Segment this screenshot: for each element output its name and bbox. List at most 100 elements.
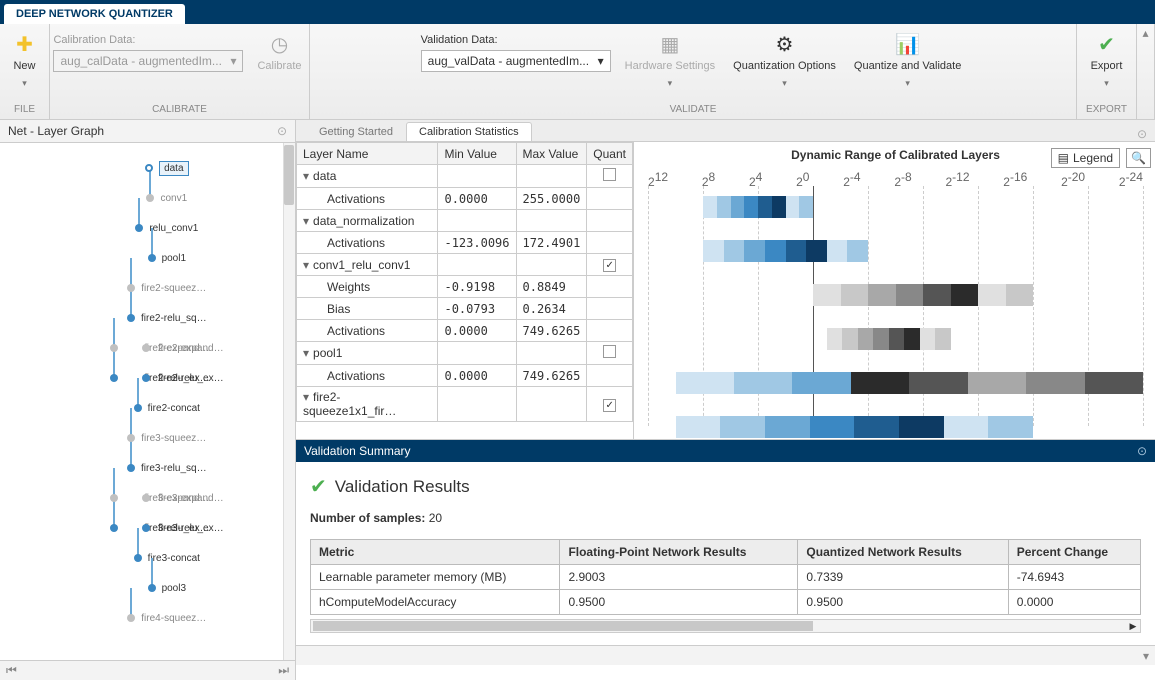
bar-segment	[772, 196, 786, 218]
bar-segment	[734, 372, 792, 394]
expand-icon[interactable]: ▾	[303, 214, 309, 228]
layer-node[interactable]: fire3-squeez…	[127, 423, 206, 453]
layer-node[interactable]: pool1	[148, 243, 186, 273]
col-quant-results: Quantized Network Results	[798, 540, 1008, 565]
table-row[interactable]: Activations0.0000749.6265	[297, 320, 633, 342]
cell-quant: 0.7339	[798, 565, 1008, 590]
expand-icon[interactable]: ▾	[303, 346, 309, 360]
col-min-value[interactable]: Min Value	[438, 143, 516, 165]
table-row: Learnable parameter memory (MB)2.90030.7…	[311, 565, 1141, 590]
node-dot	[127, 434, 135, 442]
scroll-thumb[interactable]	[313, 621, 813, 631]
node-dot	[142, 524, 150, 532]
chart-bar	[703, 240, 868, 262]
table-row[interactable]: Activations0.0000749.6265	[297, 365, 633, 387]
x-tick: 2-20	[1061, 170, 1085, 186]
graph-scrollbar[interactable]	[283, 143, 295, 660]
pane-menu-icon[interactable]: ⊙	[1137, 444, 1147, 458]
scroll-thumb[interactable]	[284, 145, 294, 205]
layer-node[interactable]: fire3-concat	[134, 543, 200, 573]
layer-node[interactable]: relu_conv1	[135, 213, 198, 243]
chevron-down-icon	[22, 75, 27, 89]
table-row[interactable]: ▾data_normalization	[297, 210, 633, 232]
node-dot	[146, 194, 154, 202]
cell-min: 0.0000	[438, 188, 516, 210]
tab-calibration-statistics[interactable]: Calibration Statistics	[406, 122, 532, 141]
layer-node[interactable]: fire2-concat	[134, 393, 200, 423]
nav-last-icon[interactable]: ⏭	[278, 663, 289, 678]
quantize-checkbox[interactable]	[603, 168, 616, 181]
col-max-value[interactable]: Max Value	[516, 143, 587, 165]
layer-node[interactable]: fire3-relu_sq…	[127, 453, 207, 483]
cell-max: 749.6265	[516, 320, 587, 342]
x-tick: 2-24	[1119, 170, 1143, 186]
table-row[interactable]: ▾conv1_relu_conv1	[297, 254, 633, 276]
pane-collapse-icon[interactable]: ▾	[1143, 649, 1149, 663]
col-quant[interactable]: Quant	[587, 143, 633, 165]
quantization-options-button[interactable]: ⚙ Quantization Options	[729, 28, 840, 91]
quantize-checkbox[interactable]	[603, 345, 616, 358]
bar-segment	[676, 372, 734, 394]
layer-node[interactable]: fire3-expand…fire3-expand…	[110, 483, 224, 513]
quantize-checkbox[interactable]	[603, 399, 616, 412]
layer-node[interactable]: fire3-relu_ex…fire3-relu_ex…	[110, 513, 224, 543]
bar-segment	[806, 240, 827, 262]
layer-node[interactable]: fire4-squeez…	[127, 603, 206, 633]
bar-segment	[724, 240, 745, 262]
node-label: relu_conv1	[149, 223, 198, 234]
tab-getting-started[interactable]: Getting Started	[306, 122, 406, 141]
quantize-checkbox[interactable]	[603, 259, 616, 272]
table-row[interactable]: ▾fire2-squeeze1x1_fir…	[297, 387, 633, 422]
cell-max: 172.4901	[516, 232, 587, 254]
node-dot	[110, 524, 118, 532]
calibration-data-dropdown[interactable]: aug_calData - augmentedIm...▾	[53, 50, 243, 72]
hardware-settings-button[interactable]: ▦ Hardware Settings	[621, 28, 720, 91]
bar-segment	[799, 196, 813, 218]
legend-button[interactable]: ▤ Legend	[1051, 148, 1120, 168]
layer-node[interactable]: fire2-squeez…	[127, 273, 206, 303]
table-row[interactable]: Bias-0.07930.2634	[297, 298, 633, 320]
node-dot	[142, 494, 150, 502]
bar-segment	[968, 372, 1026, 394]
bar-segment	[810, 416, 855, 438]
tab-menu-icon[interactable]: ⊙	[1137, 127, 1147, 141]
layer-node[interactable]: pool3	[148, 573, 186, 603]
expand-icon[interactable]: ▾	[303, 258, 309, 272]
table-row[interactable]: Weights-0.91980.8849	[297, 276, 633, 298]
table-row[interactable]: ▾data	[297, 165, 633, 188]
table-scrollbar[interactable]: ◀ ▶	[310, 619, 1141, 633]
nav-first-icon[interactable]: ⏮	[6, 663, 17, 678]
pane-menu-icon[interactable]: ⊙	[277, 124, 287, 138]
layer-node[interactable]: data	[145, 153, 188, 183]
legend-icon: ▤	[1058, 151, 1069, 165]
col-layer-name[interactable]: Layer Name	[297, 143, 438, 165]
node-dot	[134, 554, 142, 562]
validation-data-dropdown[interactable]: aug_valData - augmentedIm...▾	[421, 50, 611, 72]
legend-label: Legend	[1073, 151, 1113, 165]
expand-icon[interactable]: ▾	[303, 390, 309, 404]
calibrate-button[interactable]: ◷ Calibrate	[253, 28, 305, 75]
layer-node[interactable]: fire2-relu_sq…	[127, 303, 207, 333]
ribbon-collapse-icon[interactable]: ▴	[1142, 26, 1148, 40]
chevron-down-icon	[668, 75, 673, 89]
quantize-validate-button[interactable]: 📊 Quantize and Validate	[850, 28, 965, 91]
new-button[interactable]: ✚ New	[7, 28, 43, 91]
layer-node[interactable]: conv1	[146, 183, 187, 213]
bar-segment	[731, 196, 745, 218]
table-row[interactable]: Activations0.0000255.0000	[297, 188, 633, 210]
table-row[interactable]: Activations-123.0096172.4901	[297, 232, 633, 254]
export-button[interactable]: ✔ Export	[1087, 28, 1127, 91]
table-row[interactable]: ▾pool1	[297, 342, 633, 365]
scroll-right-icon[interactable]: ▶	[1126, 620, 1140, 632]
node-label-left: fire3-expand…	[144, 493, 210, 504]
x-tick: 2-4	[843, 170, 860, 186]
validate-icon: 📊	[894, 30, 922, 58]
zoom-button[interactable]: 🔍	[1126, 148, 1151, 168]
expand-icon[interactable]: ▾	[303, 169, 309, 183]
x-tick: 24	[749, 170, 762, 186]
node-label-left: fire2-relu_ex…	[144, 373, 210, 384]
cell-layer: Activations	[297, 320, 438, 342]
layer-node[interactable]: fire2-expand…fire2-expand…	[110, 333, 224, 363]
layer-graph[interactable]: dataconv1relu_conv1pool1fire2-squeez…fir…	[0, 143, 295, 660]
layer-node[interactable]: fire2-relu_ex…fire2-relu_ex…	[110, 363, 224, 393]
